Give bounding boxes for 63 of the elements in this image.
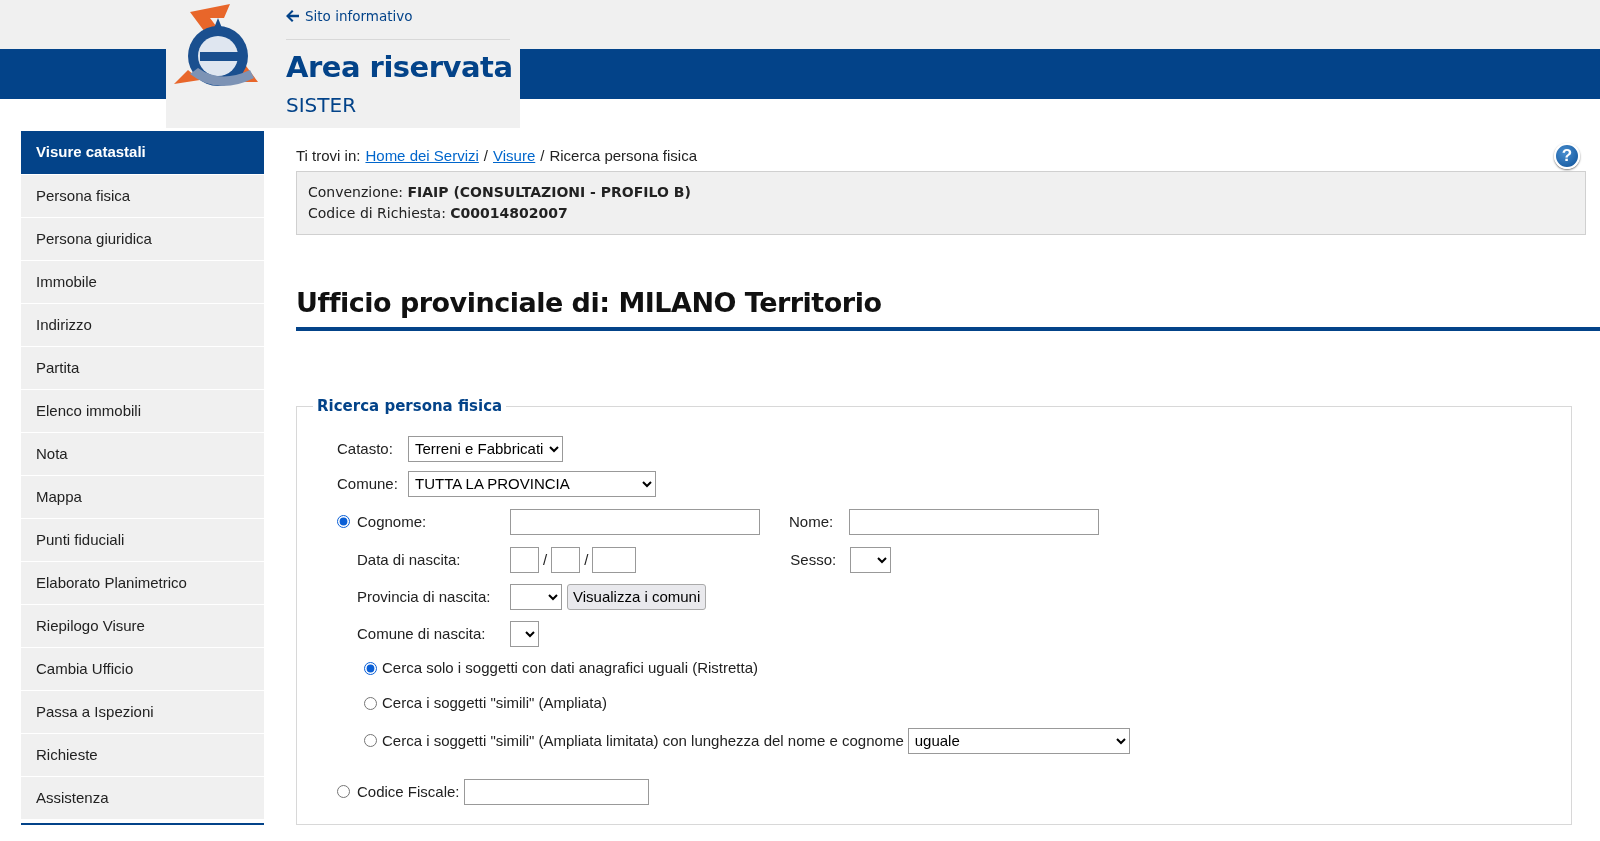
field-label: Comune: — [337, 473, 399, 494]
sidebar-heading: Visure catastali — [21, 131, 264, 174]
breadcrumb-separator: / — [540, 145, 545, 166]
catasto-select[interactable]: Terreni e Fabbricati — [408, 435, 563, 462]
info-line: Codice di Richiesta: C00014802007 — [308, 204, 569, 223]
show-comuni-button[interactable]: Visualizza i comuni — [567, 583, 707, 610]
year-field[interactable] — [592, 546, 637, 573]
sidebar-item[interactable]: Immobile — [21, 260, 264, 303]
sidebar-item[interactable]: Richieste — [21, 733, 264, 776]
info-line: Convenzione: FIAIP (CONSULTAZIONI - PROFILO B) — [308, 183, 692, 202]
sesso-select[interactable] — [850, 546, 892, 573]
field-label: Nome: — [789, 511, 835, 532]
page-title: Area riservata — [286, 49, 514, 85]
section-heading: Ufficio provinciale di: MILANO Territorio — [296, 287, 1600, 332]
radio-button[interactable] — [364, 661, 377, 675]
help-button[interactable]: ? — [1554, 143, 1580, 169]
sidebar-item[interactable]: Persona fisica — [21, 174, 264, 217]
sidebar-item[interactable]: Cambia Ufficio — [21, 647, 264, 690]
comune-select[interactable]: TUTTA LA PROVINCIA — [408, 470, 656, 497]
option-label: Cerca i soggetti "simili" (Ampliata) — [382, 693, 607, 714]
radio-button[interactable] — [364, 697, 377, 711]
sidebar-item[interactable]: Elaborato Planimetrico — [21, 561, 264, 604]
field-label: Catasto: — [337, 438, 394, 459]
provincia-select[interactable] — [510, 583, 562, 610]
breadcrumb-separator: / — [483, 145, 488, 166]
sidebar-item[interactable]: Elenco immobili — [21, 389, 264, 432]
length-select[interactable]: uguale — [907, 727, 1130, 754]
date-separator: / — [543, 549, 548, 570]
sidebar-item[interactable]: Indirizzo — [21, 303, 264, 346]
field-label: Codice Fiscale: — [357, 781, 460, 802]
breadcrumb-link[interactable]: Visure — [493, 144, 536, 168]
sidebar-item[interactable]: Nota — [21, 432, 264, 475]
sidebar-item[interactable]: Partita — [21, 346, 264, 389]
field-label: Comune di nascita: — [357, 623, 487, 644]
back-arrow-icon — [286, 10, 299, 23]
sidebar-item[interactable]: Passa a Ispezioni — [21, 690, 264, 733]
cognome-field[interactable] — [510, 508, 760, 535]
nome-field[interactable] — [849, 508, 1099, 535]
sidebar-item[interactable]: Punti fiduciali — [21, 518, 264, 561]
field-label: Data di nascita: — [357, 549, 462, 570]
field-label: Cognome: — [357, 511, 428, 532]
sidebar-item[interactable]: Assistenza — [21, 776, 264, 819]
day-field[interactable] — [510, 546, 539, 573]
breadcrumb-link[interactable]: Home dei Servizi — [365, 144, 479, 168]
sidebar-item[interactable]: Mappa — [21, 475, 264, 518]
option-label: Cerca solo i soggetti con dati anagrafici uguali (Ristretta) — [382, 657, 759, 678]
page-subtitle: SISTER — [286, 92, 358, 120]
radio-button[interactable] — [337, 785, 350, 799]
codice-fiscale-field[interactable] — [463, 778, 649, 805]
field-label: Provincia di nascita: — [357, 586, 492, 607]
date-separator: / — [584, 549, 589, 570]
field-label: Sesso: — [790, 549, 838, 570]
breadcrumb-current: Ricerca persona fisica — [549, 145, 697, 166]
comune-nascita-select[interactable] — [510, 620, 539, 647]
breadcrumb-label: Ti trovi in: — [296, 145, 361, 166]
month-field[interactable] — [551, 546, 581, 573]
back-link[interactable]: Sito informativo — [286, 6, 413, 27]
option-label: Cerca i soggetti "simili" (Ampliata limitata) con lunghezza del nome e cognome — [382, 730, 904, 751]
sidebar-item[interactable]: Riepilogo Visure — [21, 604, 264, 647]
sidebar-item[interactable]: Persona giuridica — [21, 217, 264, 260]
radio-button[interactable] — [364, 734, 377, 748]
radio-button[interactable] — [337, 515, 350, 529]
form-legend: Ricerca persona fisica — [313, 395, 507, 418]
